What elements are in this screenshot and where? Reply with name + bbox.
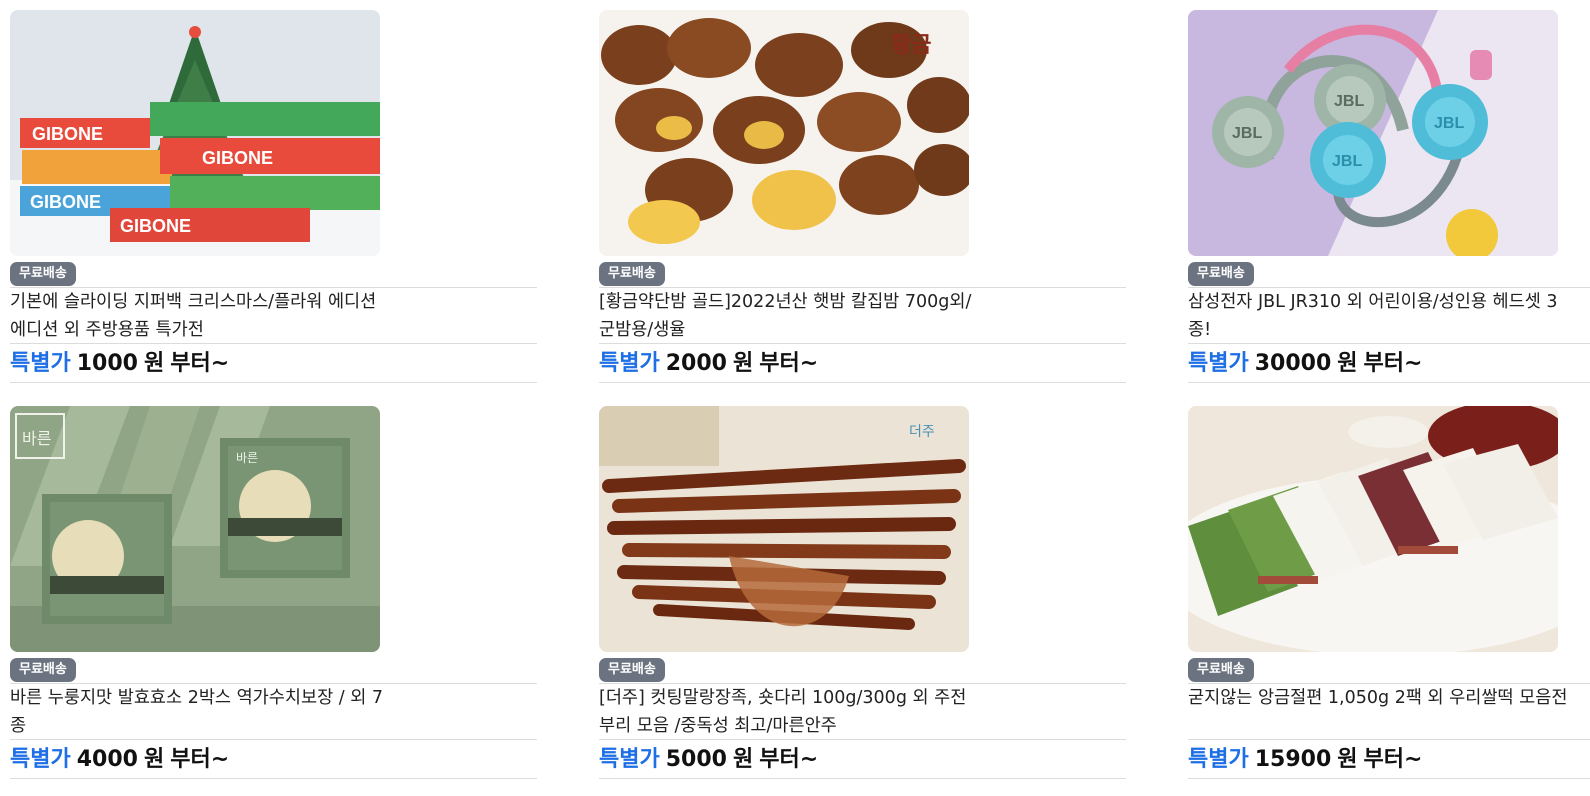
- svg-text:바른: 바른: [236, 451, 258, 465]
- price-value: 2000: [665, 351, 727, 376]
- price-currency: 원: [1337, 747, 1358, 772]
- product-title[interactable]: [더주] 컷팅말랑장족, 숏다리 100g/300g 외 주전부리 모음 /중독…: [599, 684, 979, 740]
- product-title[interactable]: 바른 누룽지맛 발효효소 2박스 역가수치보장 / 외 7종: [10, 684, 390, 740]
- product-title[interactable]: 삼성전자 JBL JR310 외 어린이용/성인용 헤드셋 3종!: [1188, 288, 1568, 344]
- product-grid: GIBONE GIBONE GIBONE GIBONE 무료배송 기본에 슬라이…: [0, 0, 1590, 796]
- divider: [599, 778, 1126, 779]
- price-value: 4000: [76, 747, 138, 772]
- product-card[interactable]: GIBONE GIBONE GIBONE GIBONE 무료배송 기본에 슬라이…: [10, 10, 547, 390]
- divider: [10, 739, 537, 740]
- divider: [599, 739, 1126, 740]
- price-label: 특별가: [10, 747, 71, 772]
- price-currency: 원: [143, 747, 165, 772]
- price-value: 15900: [1254, 747, 1332, 772]
- free-shipping-badge: 무료배송: [10, 658, 76, 682]
- price-currency: 원: [1337, 351, 1358, 376]
- product-title[interactable]: [황금약단밤 골드]2022년산 햇밤 칼집밤 700g외/군밤용/생율: [599, 288, 979, 344]
- divider: [10, 343, 537, 344]
- product-image-enzyme-boxes[interactable]: 바른 바른: [10, 406, 380, 652]
- price-value: 30000: [1254, 351, 1332, 376]
- price-line: 특별가 15900 원 부터~: [1188, 743, 1422, 777]
- divider: [10, 382, 537, 383]
- divider: [1188, 778, 1590, 779]
- svg-text:JBL: JBL: [1434, 115, 1464, 132]
- price-value: 5000: [665, 747, 727, 772]
- divider: [1188, 739, 1590, 740]
- price-suffix: 부터~: [1363, 747, 1423, 772]
- brand-logo-text: 바른: [22, 429, 51, 448]
- product-card[interactable]: 무료배송 굳지않는 앙금절편 1,050g 2팩 외 우리쌀떡 모음전 특별가 1…: [1188, 406, 1590, 786]
- price-line: 특별가 1000 원 부터~: [10, 347, 229, 381]
- svg-text:GIBONE: GIBONE: [202, 148, 273, 168]
- brand-logo-text: JBL: [1232, 125, 1262, 142]
- price-label: 특별가: [10, 351, 71, 376]
- price-label: 특별가: [1188, 747, 1249, 772]
- product-card[interactable]: JBL JBL JBL JBL 무료배송 삼성전자 JBL JR310 외 어린…: [1188, 10, 1590, 390]
- product-card[interactable]: 바른 바른 무료배송 바른 누룽지맛 발효효소 2박스 역가수치보장 / 외 7…: [10, 406, 547, 786]
- svg-text:JBL: JBL: [1332, 153, 1362, 170]
- price-label: 특별가: [1188, 351, 1249, 376]
- price-suffix: 부터~: [759, 747, 819, 772]
- svg-text:JBL: JBL: [1334, 93, 1364, 110]
- product-image-headsets[interactable]: JBL JBL JBL JBL: [1188, 10, 1558, 256]
- svg-text:GIBONE: GIBONE: [30, 192, 101, 212]
- product-title[interactable]: 기본에 슬라이딩 지퍼백 크리스마스/플라워 에디션 에디션 외 주방용품 특가…: [10, 288, 390, 344]
- price-currency: 원: [732, 747, 754, 772]
- price-suffix: 부터~: [170, 351, 230, 376]
- brand-logo-text: 더주: [909, 424, 935, 440]
- price-suffix: 부터~: [1363, 351, 1423, 376]
- price-suffix: 부터~: [170, 747, 230, 772]
- price-line: 특별가 2000 원 부터~: [599, 347, 818, 381]
- divider: [1188, 382, 1590, 383]
- price-value: 1000: [76, 351, 138, 376]
- product-image-zipper-bags[interactable]: GIBONE GIBONE GIBONE GIBONE: [10, 10, 380, 256]
- image-brand-text: GIBONE: [32, 124, 103, 144]
- free-shipping-badge: 무료배송: [599, 262, 665, 286]
- divider: [599, 382, 1126, 383]
- product-card[interactable]: 황금 무료배송 [황금약단밤 골드]2022년산 햇밤 칼집밤 700g외/군밤…: [599, 10, 1136, 390]
- product-image-chestnuts[interactable]: 황금: [599, 10, 969, 256]
- divider: [599, 343, 1126, 344]
- free-shipping-badge: 무료배송: [1188, 658, 1254, 682]
- price-line: 특별가 5000 원 부터~: [599, 743, 818, 777]
- price-label: 특별가: [599, 747, 660, 772]
- product-image-dried-squid[interactable]: 더주: [599, 406, 969, 652]
- free-shipping-badge: 무료배송: [599, 658, 665, 682]
- product-card[interactable]: 더주 무료배송 [더주] 컷팅말랑장족, 숏다리 100g/300g 외 주전부…: [599, 406, 1136, 786]
- price-line: 특별가 30000 원 부터~: [1188, 347, 1422, 381]
- price-currency: 원: [732, 351, 754, 376]
- price-suffix: 부터~: [759, 351, 819, 376]
- free-shipping-badge: 무료배송: [1188, 262, 1254, 286]
- price-label: 특별가: [599, 351, 660, 376]
- product-title[interactable]: 굳지않는 앙금절편 1,050g 2팩 외 우리쌀떡 모음전: [1188, 684, 1568, 740]
- svg-text:GIBONE: GIBONE: [120, 216, 191, 236]
- brand-logo-text: 황금: [891, 33, 931, 58]
- product-image-rice-cakes[interactable]: [1188, 406, 1558, 652]
- price-line: 특별가 4000 원 부터~: [10, 743, 229, 777]
- free-shipping-badge: 무료배송: [10, 262, 76, 286]
- divider: [10, 778, 537, 779]
- divider: [1188, 343, 1590, 344]
- price-currency: 원: [143, 351, 165, 376]
